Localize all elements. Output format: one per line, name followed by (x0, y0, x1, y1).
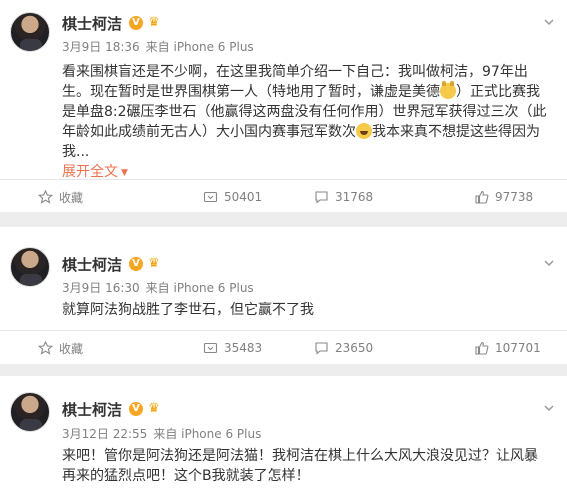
comment-icon (315, 342, 328, 355)
like-icon (475, 341, 489, 355)
like-count: 107701 (495, 341, 541, 355)
post-text: 看来围棋盲还是不少啊，在这里我简单介绍一下自己：我叫做柯洁，97年出生。现在暂时… (62, 62, 550, 183)
like-icon (475, 190, 489, 204)
crown-icon: ♛ (148, 15, 160, 30)
verified-badge-icon: V (129, 257, 143, 271)
post-meta: 3月12日 22:55 来自 iPhone 6 Plus (62, 425, 261, 442)
favorite-button[interactable]: 收藏 (0, 331, 189, 365)
avatar[interactable] (10, 392, 50, 432)
chevron-down-icon[interactable] (543, 257, 555, 269)
chevron-down-icon[interactable] (543, 402, 555, 414)
post-text: 来吧！管你是阿法狗还是阿法猫！我柯洁在棋上什么大风大浪没见过？让风暴再来的猛烈点… (62, 448, 538, 484)
post-source: 来自 iPhone 6 Plus (145, 40, 254, 54)
laugh-cry-emoji-icon (356, 123, 372, 139)
comment-count: 23650 (335, 341, 374, 355)
post-time[interactable]: 3月9日 16:30 (62, 281, 140, 295)
repost-count: 35483 (224, 341, 263, 355)
comment-icon (315, 191, 328, 204)
comment-count: 31768 (335, 190, 374, 204)
post-meta: 3月9日 18:36 来自 iPhone 6 Plus (62, 38, 254, 55)
avatar[interactable] (10, 12, 50, 52)
crown-icon: ♛ (148, 401, 160, 416)
like-count: 97738 (495, 190, 534, 204)
repost-count: 50401 (224, 190, 263, 204)
post-time[interactable]: 3月9日 18:36 (62, 40, 140, 54)
expand-label: 展开全文 (62, 164, 118, 180)
doge-emoji-icon (440, 81, 456, 99)
post-meta: 3月9日 16:30 来自 iPhone 6 Plus (62, 279, 254, 296)
verified-badge-icon: V (129, 16, 143, 30)
favorite-label: 收藏 (59, 341, 84, 356)
post-source: 来自 iPhone 6 Plus (153, 427, 262, 441)
weibo-post: 棋士柯洁 V ♛ 3月9日 16:30 来自 iPhone 6 Plus 就算阿法… (0, 227, 567, 364)
repost-icon (203, 191, 218, 203)
username[interactable]: 棋士柯洁 (62, 399, 122, 420)
chevron-down-icon[interactable] (543, 16, 555, 28)
verified-badge-icon: V (129, 402, 143, 416)
crown-icon: ♛ (148, 256, 160, 271)
like-button[interactable]: 97738 (378, 180, 567, 214)
post-source: 来自 iPhone 6 Plus (145, 281, 254, 295)
weibo-post: 棋士柯洁 V ♛ 3月12日 22:55 来自 iPhone 6 Plus 来吧！… (0, 376, 567, 489)
username[interactable]: 棋士柯洁 (62, 254, 122, 275)
repost-icon (203, 342, 218, 354)
like-button[interactable]: 107701 (378, 331, 567, 365)
favorite-icon (38, 341, 53, 355)
post-text: 就算阿法狗战胜了李世石，但它赢不了我 (62, 302, 314, 318)
favorite-icon (38, 190, 53, 204)
expand-full-text-link[interactable]: 展开全文 ▼ (62, 164, 128, 180)
action-bar: 收藏 35483 23650 107701 (0, 330, 567, 364)
action-bar: 收藏 50401 31768 97738 (0, 179, 567, 213)
favorite-button[interactable]: 收藏 (0, 180, 189, 214)
weibo-post: 棋士柯洁 V ♛ 3月9日 18:36 来自 iPhone 6 Plus 看来围棋… (0, 0, 567, 212)
favorite-label: 收藏 (59, 190, 84, 205)
avatar[interactable] (10, 247, 50, 287)
username[interactable]: 棋士柯洁 (62, 13, 122, 34)
post-time[interactable]: 3月12日 22:55 (62, 427, 147, 441)
